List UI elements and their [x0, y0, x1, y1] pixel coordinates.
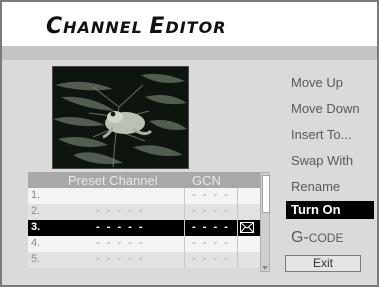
- insert-to-button[interactable]: Insert To...: [291, 127, 351, 142]
- channel-table: Preset Channel GCN 1. - - - - 2. - - - -…: [28, 172, 260, 272]
- scroll-down-arrow-icon[interactable]: [262, 266, 268, 270]
- gcn-header[interactable]: GCN: [184, 172, 260, 188]
- rename-button[interactable]: Rename: [291, 179, 340, 194]
- gcode-button[interactable]: G-CODE: [291, 229, 343, 247]
- mail-icon: [240, 222, 254, 233]
- turn-on-button[interactable]: Turn On: [286, 201, 374, 219]
- title-bar: CHANNEL EDITOR: [2, 2, 377, 46]
- scrollbar-thumb[interactable]: [262, 175, 270, 213]
- title-divider-band: [2, 46, 377, 60]
- preset-channel-header[interactable]: Preset Channel: [28, 172, 184, 188]
- move-down-button[interactable]: Move Down: [291, 101, 360, 116]
- video-preview: [52, 66, 189, 169]
- frog-on-leaves-video-preview: [53, 67, 188, 168]
- table-scrollbar[interactable]: [260, 172, 270, 272]
- move-up-button[interactable]: Move Up: [291, 75, 343, 90]
- swap-with-button[interactable]: Swap With: [291, 153, 353, 168]
- exit-button[interactable]: Exit: [285, 255, 361, 272]
- page-title: CHANNEL EDITOR: [46, 14, 227, 39]
- gcn-column-divider: [184, 188, 238, 268]
